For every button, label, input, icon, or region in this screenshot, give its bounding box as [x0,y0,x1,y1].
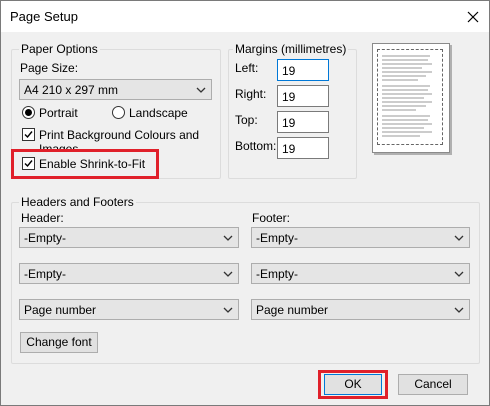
shrink-to-fit-highlight [11,149,159,179]
header-select-2-value: -Empty- [24,267,66,281]
top-margin-value: 19 [282,116,296,130]
chevron-down-icon [454,271,464,277]
print-background-label-line1[interactable]: Print Background Colours and [39,128,199,142]
left-margin-input[interactable]: 19 [277,59,329,81]
right-margin-label: Right: [235,87,267,101]
ok-button-highlight [318,370,388,399]
header-select-2[interactable]: -Empty- [19,263,239,284]
chevron-down-icon [223,307,233,313]
left-margin-label: Left: [235,61,259,75]
footer-select-3-value: Page number [256,303,329,317]
footer-select-3[interactable]: Page number [251,299,470,320]
page-setup-dialog: Page Setup Paper Options Page Size: A4 2… [0,0,490,406]
footer-select-1[interactable]: -Empty- [251,227,470,248]
header-select-1-value: -Empty- [24,231,66,245]
footer-label: Footer: [252,211,291,225]
header-label: Header: [21,211,64,225]
page-size-select[interactable]: A4 210 x 297 mm [19,79,212,100]
chevron-down-icon [223,271,233,277]
footer-select-2[interactable]: -Empty- [251,263,470,284]
top-margin-label: Top: [235,113,258,127]
portrait-label[interactable]: Portrait [39,106,78,120]
bottom-margin-input[interactable]: 19 [277,137,329,159]
header-select-1[interactable]: -Empty- [19,227,239,248]
headers-footers-legend: Headers and Footers [19,195,136,209]
cancel-button[interactable]: Cancel [398,374,468,395]
page-preview-text-lines [382,55,432,137]
paper-options-legend: Paper Options [19,42,100,56]
close-icon [467,11,479,23]
footer-select-1-value: -Empty- [256,231,298,245]
header-select-3[interactable]: Page number [19,299,239,320]
page-preview-margin-outline [377,49,443,145]
check-icon [24,131,33,139]
bottom-margin-label: Bottom: [235,139,277,153]
page-preview [372,43,450,153]
page-size-label: Page Size: [20,61,79,75]
change-font-button[interactable]: Change font [20,332,98,353]
header-select-3-value: Page number [24,303,97,317]
top-margin-input[interactable]: 19 [277,111,329,133]
right-margin-value: 19 [282,90,296,104]
left-margin-value: 19 [282,64,296,78]
portrait-radio-dot [25,109,32,116]
dialog-title: Page Setup [10,9,78,24]
print-background-checkbox[interactable] [22,128,35,141]
bottom-margin-value: 19 [282,142,296,156]
right-margin-input[interactable]: 19 [277,85,329,107]
title-bar: Page Setup [1,1,489,32]
landscape-label[interactable]: Landscape [129,106,188,120]
chevron-down-icon [196,87,206,93]
page-size-value: A4 210 x 297 mm [24,83,119,97]
margins-legend: Margins (millimetres) [233,42,349,56]
landscape-radio[interactable] [112,106,125,119]
chevron-down-icon [454,307,464,313]
portrait-radio[interactable] [22,106,35,119]
footer-select-2-value: -Empty- [256,267,298,281]
close-button[interactable] [463,7,483,27]
chevron-down-icon [223,235,233,241]
chevron-down-icon [454,235,464,241]
